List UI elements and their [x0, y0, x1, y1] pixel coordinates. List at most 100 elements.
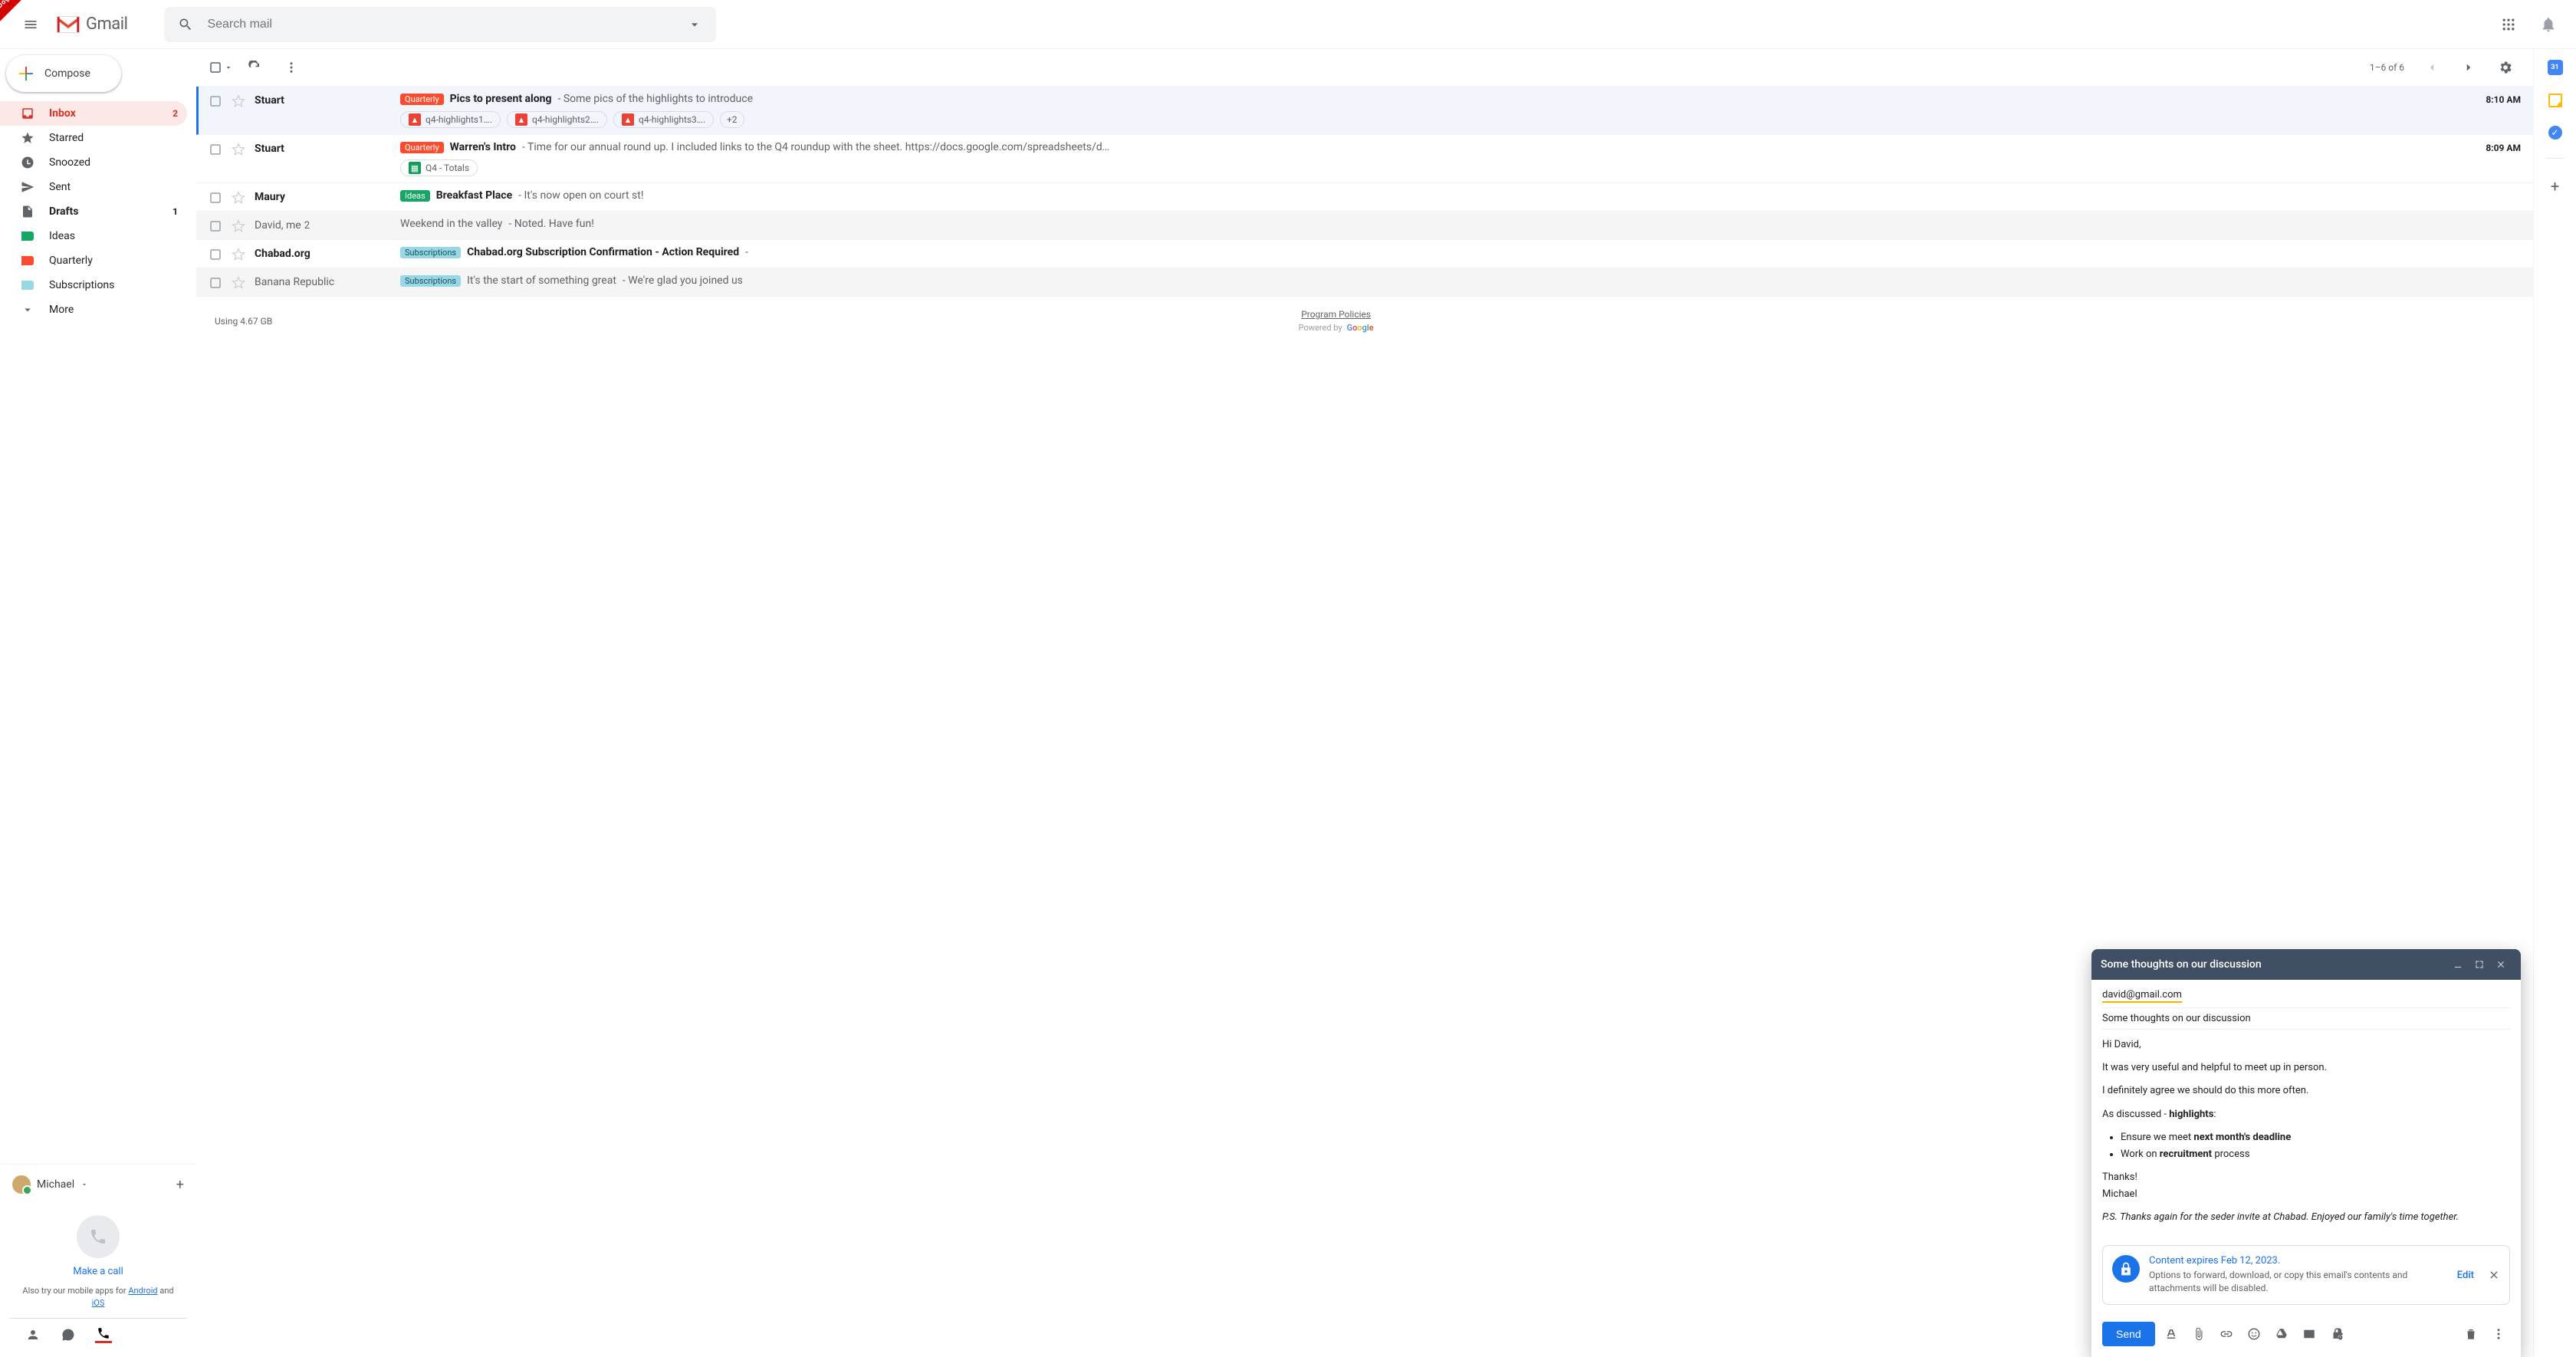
email-row[interactable]: Banana Republic Subscriptions It's the s…: [196, 268, 2533, 297]
attachment-more[interactable]: +2: [720, 111, 744, 128]
search-options-button[interactable]: [679, 9, 710, 40]
compose-subject-field[interactable]: Some thoughts on our discussion: [2102, 1008, 2510, 1030]
nav-more[interactable]: More: [0, 297, 187, 322]
compose-button[interactable]: Compose: [6, 55, 121, 92]
email-row[interactable]: Stuart Quarterly Warren's Intro - Time f…: [196, 135, 2533, 183]
compose-body[interactable]: Hi David, It was very useful and helpful…: [2091, 1030, 2521, 1240]
row-checkbox[interactable]: [209, 141, 224, 156]
insert-drive-button[interactable]: [2270, 1322, 2293, 1346]
more-actions-button[interactable]: [276, 52, 307, 83]
image-icon: ▲: [622, 113, 634, 126]
refresh-button[interactable]: [239, 52, 270, 83]
row-star[interactable]: [232, 218, 247, 233]
row-checkbox[interactable]: [209, 93, 224, 108]
nav-inbox[interactable]: Inbox 2: [0, 101, 187, 126]
row-label-subscriptions[interactable]: Subscriptions: [400, 275, 461, 287]
search-bar[interactable]: [164, 7, 716, 42]
row-label-quarterly[interactable]: Quarterly: [400, 94, 444, 105]
new-conversation-button[interactable]: +: [176, 1177, 184, 1193]
select-all-checkbox[interactable]: [209, 61, 233, 74]
hangouts-phone-tab[interactable]: [95, 1326, 112, 1343]
insert-emoji-button[interactable]: [2242, 1322, 2266, 1346]
newer-button[interactable]: [2417, 52, 2447, 83]
attachment-chip[interactable]: ▲q4-highlights1….: [400, 111, 501, 128]
row-time: [2467, 246, 2521, 248]
user-menu-caret-icon[interactable]: [80, 1181, 88, 1188]
gmail-logo[interactable]: Gmail: [55, 15, 127, 34]
formatting-button[interactable]: [2160, 1322, 2183, 1346]
attachment-chip[interactable]: ▲q4-highlights2….: [507, 111, 607, 128]
minimize-icon: [2453, 959, 2463, 970]
make-call-link[interactable]: Make a call: [15, 1266, 181, 1277]
confidential-title: Content expires Feb 12, 2023.: [2149, 1255, 2448, 1267]
attachment-chip[interactable]: ▲q4-highlights3….: [613, 111, 714, 128]
insert-link-button[interactable]: [2215, 1322, 2238, 1346]
row-star[interactable]: [232, 246, 247, 261]
compose-title: Some thoughts on our discussion: [2101, 958, 2447, 971]
row-star[interactable]: [232, 93, 247, 108]
row-subject: Pics to present along: [450, 93, 552, 105]
powered-by: Powered by Google: [291, 323, 2381, 333]
row-label-subscriptions[interactable]: Subscriptions: [400, 247, 461, 258]
get-addons-button[interactable]: +: [2551, 177, 2559, 196]
program-policies-link[interactable]: Program Policies: [1301, 309, 1371, 320]
older-button[interactable]: [2453, 52, 2484, 83]
confidential-edit-button[interactable]: Edit: [2457, 1270, 2474, 1281]
google-apps-button[interactable]: [2493, 9, 2524, 40]
compose-close-button[interactable]: [2490, 954, 2512, 975]
search-input[interactable]: [207, 18, 673, 31]
send-button[interactable]: Send: [2102, 1322, 2155, 1346]
attachment-chip[interactable]: ▦Q4 - Totals: [400, 159, 478, 176]
confidential-dismiss-button[interactable]: [2488, 1269, 2500, 1281]
hangouts-contacts-tab[interactable]: [25, 1326, 41, 1343]
attach-button[interactable]: [2187, 1322, 2210, 1346]
row-time: 8:09 AM: [2467, 141, 2521, 153]
main-menu-button[interactable]: [12, 6, 49, 43]
insert-photo-button[interactable]: [2298, 1322, 2321, 1346]
notifications-button[interactable]: [2533, 9, 2564, 40]
discard-draft-button[interactable]: [2459, 1322, 2482, 1346]
email-row[interactable]: Chabad.org Subscriptions Chabad.org Subs…: [196, 240, 2533, 268]
row-time: [2467, 274, 2521, 276]
compose-fullscreen-button[interactable]: [2469, 954, 2490, 975]
row-label-ideas[interactable]: Ideas: [400, 190, 430, 202]
row-label-quarterly[interactable]: Quarterly: [400, 142, 444, 153]
nav-subscriptions[interactable]: Subscriptions: [0, 273, 187, 297]
hangouts-chat-tab[interactable]: [60, 1326, 77, 1343]
user-avatar[interactable]: [12, 1175, 31, 1194]
android-link[interactable]: Android: [128, 1286, 157, 1296]
row-checkbox[interactable]: [209, 189, 224, 205]
search-button[interactable]: [170, 9, 201, 40]
email-row[interactable]: Stuart Quarterly Pics to present along -…: [196, 87, 2533, 135]
nav-starred-label: Starred: [49, 132, 178, 144]
nav-drafts-label: Drafts: [49, 205, 159, 218]
nav-quarterly[interactable]: Quarterly: [0, 248, 187, 273]
compose-minimize-button[interactable]: [2447, 954, 2469, 975]
compose-window: Some thoughts on our discussion david@gm…: [2091, 949, 2521, 1357]
gmail-logo-text: Gmail: [86, 15, 127, 34]
row-star[interactable]: [232, 274, 247, 290]
calendar-addon[interactable]: [2548, 60, 2563, 75]
row-checkbox[interactable]: [209, 246, 224, 261]
confidential-mode-button[interactable]: [2325, 1322, 2348, 1346]
nav-snoozed[interactable]: Snoozed: [0, 150, 187, 175]
row-snippet: - Some pics of the highlights to introdu…: [557, 93, 753, 105]
row-checkbox[interactable]: [209, 274, 224, 290]
compose-recipient-field[interactable]: david@gmail.com: [2102, 984, 2510, 1008]
nav-drafts[interactable]: Drafts 1: [0, 199, 187, 224]
nav-starred[interactable]: Starred: [0, 126, 187, 150]
compose-thanks: Thanks!: [2102, 1170, 2510, 1185]
nav-ideas[interactable]: Ideas: [0, 224, 187, 248]
ios-link[interactable]: iOS: [92, 1298, 105, 1308]
row-star[interactable]: [232, 189, 247, 205]
compose-more-button[interactable]: [2487, 1322, 2510, 1346]
settings-button[interactable]: [2490, 52, 2521, 83]
email-row[interactable]: Maury Ideas Breakfast Place - It's now o…: [196, 183, 2533, 212]
email-row[interactable]: David, me2 Weekend in the valley - Noted…: [196, 212, 2533, 240]
row-checkbox[interactable]: [209, 218, 224, 233]
nav-sent[interactable]: Sent: [0, 175, 187, 199]
tasks-addon[interactable]: ✓: [2548, 126, 2562, 140]
keep-addon[interactable]: [2548, 94, 2562, 107]
row-star[interactable]: [232, 141, 247, 156]
paperclip-icon: [2192, 1327, 2206, 1341]
